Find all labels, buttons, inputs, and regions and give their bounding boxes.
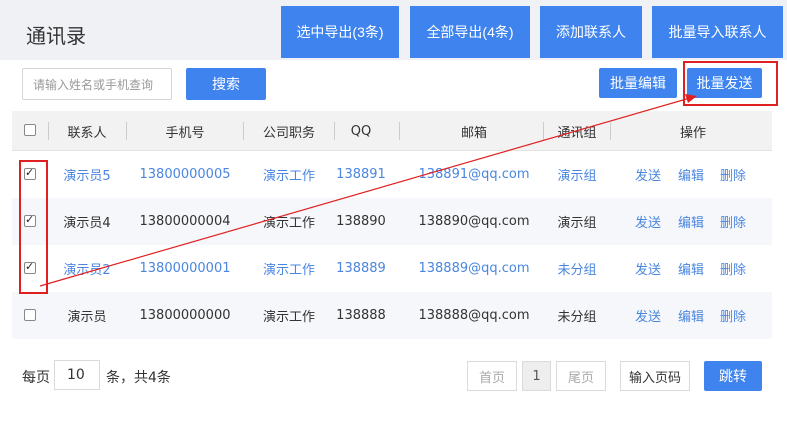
table-row: 演示员5 13800000005 演示工作 138891 138891@qq.c… — [12, 151, 772, 198]
col-phone: 手机号 — [165, 125, 205, 141]
cell-qq: 138888 — [336, 308, 386, 323]
cell-contact[interactable]: 演示员2 — [52, 245, 122, 292]
col-qq: QQ — [350, 123, 372, 139]
cell-group: 演示组 — [557, 216, 597, 231]
edit-action[interactable]: 编辑 — [671, 292, 711, 339]
edit-action[interactable]: 编辑 — [671, 245, 711, 292]
cell-contact[interactable]: 演示员 — [52, 292, 122, 339]
cell-email: 138890@qq.com — [418, 214, 530, 229]
column-separator — [334, 122, 335, 140]
current-page[interactable]: 1 — [522, 361, 551, 391]
cell-contact[interactable]: 演示员5 — [52, 151, 122, 198]
cell-qq: 138891 — [336, 167, 386, 182]
select-all-checkbox[interactable] — [24, 124, 36, 136]
column-separator — [399, 122, 400, 140]
cell-qq: 138889 — [336, 261, 386, 276]
last-page-button[interactable]: 尾页 — [556, 361, 606, 391]
send-action[interactable]: 发送 — [628, 151, 668, 198]
export-all-button[interactable]: 全部导出(4条) — [410, 6, 530, 58]
cell-title: 演示工作 — [262, 216, 315, 231]
edit-action[interactable]: 编辑 — [671, 198, 711, 245]
table-row: 演示员4 13800000004 演示工作 138890 138890@qq.c… — [12, 198, 772, 245]
page-title: 通讯录 — [26, 24, 86, 48]
col-actions: 操作 — [679, 125, 706, 141]
cell-phone: 13800000000 — [139, 308, 231, 323]
column-separator — [610, 122, 611, 140]
cell-email: 138888@qq.com — [418, 308, 530, 323]
page-header: 通讯录 选中导出(3条) 全部导出(4条) 添加联系人 批量导入联系人 — [0, 0, 787, 60]
checkbox-highlight-box — [19, 160, 48, 294]
send-action[interactable]: 发送 — [628, 292, 668, 339]
cell-group: 演示组 — [557, 169, 597, 184]
table-row: 演示员 13800000000 演示工作 138888 138888@qq.co… — [12, 292, 772, 339]
total-label: 条，共4条 — [106, 370, 171, 386]
cell-title: 演示工作 — [262, 169, 315, 184]
column-separator — [243, 122, 244, 140]
batch-import-button[interactable]: 批量导入联系人 — [652, 6, 783, 58]
cell-group: 未分组 — [557, 263, 597, 278]
app-frame: 通讯录 选中导出(3条) 全部导出(4条) 添加联系人 批量导入联系人 请输入姓… — [0, 0, 787, 428]
search-input[interactable]: 请输入姓名或手机查询 — [22, 68, 172, 100]
add-contact-button[interactable]: 添加联系人 — [540, 6, 642, 58]
row-checkbox[interactable] — [24, 309, 36, 321]
col-group: 通讯组 — [557, 125, 597, 141]
cell-phone: 13800000005 — [139, 167, 231, 182]
cell-phone: 13800000004 — [139, 214, 231, 229]
col-email: 邮箱 — [460, 125, 487, 141]
column-separator — [543, 122, 544, 140]
first-page-button[interactable]: 首页 — [467, 361, 517, 391]
cell-phone: 13800000001 — [139, 261, 231, 276]
column-separator — [48, 122, 49, 140]
cell-qq: 138890 — [336, 214, 386, 229]
send-action[interactable]: 发送 — [628, 245, 668, 292]
cell-title: 演示工作 — [262, 310, 315, 325]
batch-send-highlight-box — [683, 61, 778, 106]
delete-action[interactable]: 删除 — [713, 292, 753, 339]
per-page-label: 每页 — [22, 370, 50, 386]
cell-email: 138889@qq.com — [418, 261, 530, 276]
send-action[interactable]: 发送 — [628, 198, 668, 245]
search-button[interactable]: 搜索 — [186, 68, 266, 100]
cell-title: 演示工作 — [262, 263, 315, 278]
jump-button[interactable]: 跳转 — [704, 361, 762, 391]
export-selected-button[interactable]: 选中导出(3条) — [281, 6, 399, 58]
table-header: 联系人 手机号 公司职务 QQ 邮箱 通讯组 操作 — [12, 111, 772, 151]
delete-action[interactable]: 删除 — [713, 151, 753, 198]
delete-action[interactable]: 删除 — [713, 198, 753, 245]
edit-action[interactable]: 编辑 — [671, 151, 711, 198]
delete-action[interactable]: 删除 — [713, 245, 753, 292]
column-separator — [126, 122, 127, 140]
col-contact: 联系人 — [67, 125, 107, 141]
cell-group: 未分组 — [557, 310, 597, 325]
cell-contact[interactable]: 演示员4 — [52, 198, 122, 245]
col-title: 公司职务 — [262, 125, 315, 141]
cell-email: 138891@qq.com — [418, 167, 530, 182]
table-row: 演示员2 13800000001 演示工作 138889 138889@qq.c… — [12, 245, 772, 292]
batch-edit-button[interactable]: 批量编辑 — [599, 68, 677, 98]
per-page-input[interactable]: 10 — [54, 360, 100, 390]
goto-page-input[interactable]: 输入页码 — [620, 361, 690, 391]
